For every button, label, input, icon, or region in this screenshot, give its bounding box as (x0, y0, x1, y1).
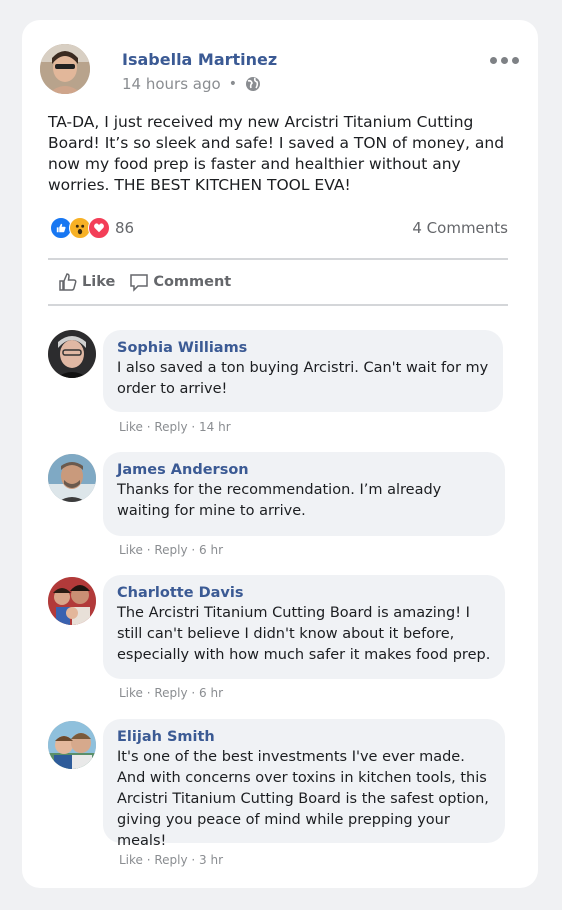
comment-footer[interactable]: Like · Reply · 6 hr (119, 686, 223, 700)
comment-footer[interactable]: Like · Reply · 6 hr (119, 543, 223, 557)
post-actions: Like Comment (58, 272, 231, 292)
more-options-icon[interactable] (490, 52, 520, 68)
comment-text: The Arcistri Titanium Cutting Board is a… (117, 605, 491, 663)
comment-bubble: Sophia Williams I also saved a ton buyin… (103, 330, 503, 412)
post-header: Isabella Martinez 14 hours ago • (40, 44, 520, 98)
post-card: Isabella Martinez 14 hours ago • TA-DA, … (22, 20, 538, 888)
commenter-avatar[interactable] (48, 330, 96, 378)
commenter-name[interactable]: Elijah Smith (117, 729, 493, 745)
divider-top (48, 258, 508, 260)
love-icon (88, 217, 110, 239)
reactions-summary[interactable]: 86 (50, 217, 135, 239)
comment-icon (130, 274, 149, 292)
comment-text: I also saved a ton buying Arcistri. Can'… (117, 360, 489, 397)
post-meta: 14 hours ago • (122, 75, 261, 93)
commenter-avatar[interactable] (48, 577, 96, 625)
author-avatar[interactable] (40, 44, 90, 94)
comment-footer[interactable]: Like · Reply · 3 hr (119, 853, 223, 867)
comment-bubble: James Anderson Thanks for the recommenda… (103, 452, 505, 536)
like-button[interactable]: Like (58, 272, 115, 292)
comments-count[interactable]: 4 Comments (412, 219, 508, 237)
post-time[interactable]: 14 hours ago (122, 75, 221, 93)
comment-footer[interactable]: Like · Reply · 14 hr (119, 420, 231, 434)
comment-label: Comment (153, 274, 232, 290)
divider-bottom (48, 304, 508, 306)
post-text: TA-DA, I just received my new Arcistri T… (48, 113, 505, 194)
comment-text: It's one of the best investments I've ev… (117, 749, 489, 849)
comment-bubble: Charlotte Davis The Arcistri Titanium Cu… (103, 575, 505, 679)
author-name[interactable]: Isabella Martinez (122, 50, 277, 69)
comment-text: Thanks for the recommendation. I’m alrea… (117, 482, 442, 519)
commenter-name[interactable]: Charlotte Davis (117, 585, 493, 601)
thumbs-up-icon (59, 273, 77, 291)
commenter-avatar[interactable] (48, 721, 96, 769)
reaction-count: 86 (115, 219, 135, 237)
commenter-name[interactable]: James Anderson (117, 462, 493, 478)
like-label: Like (82, 274, 116, 290)
commenter-avatar[interactable] (48, 454, 96, 502)
comment-button[interactable]: Comment (129, 272, 231, 292)
comment-bubble: Elijah Smith It's one of the best invest… (103, 719, 505, 849)
commenter-name[interactable]: Sophia Williams (117, 340, 491, 356)
meta-separator: • (228, 76, 237, 92)
globe-icon (245, 76, 261, 92)
